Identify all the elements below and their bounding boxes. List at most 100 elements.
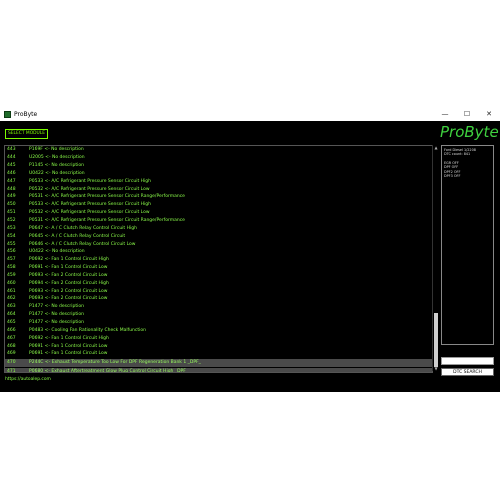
dtc-row[interactable]: 462 P0693 <- Fan 2 Control Circuit Low xyxy=(5,295,432,303)
dtc-search-button[interactable]: DTC SEARCH xyxy=(441,368,494,376)
dtc-row[interactable]: 467 P0692 <- Fan 1 Control Circuit High xyxy=(5,334,432,342)
dtc-row-number: 470 xyxy=(7,360,16,366)
dtc-row-text: P169F <- No description xyxy=(29,147,84,153)
dtc-row[interactable]: 465 P1477 <- No description xyxy=(5,319,432,327)
dtc-row-number: 460 xyxy=(7,280,16,286)
dtc-row-number: 465 xyxy=(7,319,16,325)
dtc-row-text: P0531 <- A/C Refrigerant Pressure Sensor… xyxy=(29,218,185,224)
dtc-row-text: P1145 <- No description xyxy=(29,163,84,169)
dtc-search-input[interactable] xyxy=(441,357,494,365)
dtc-row-text: P0533 <- A/C Refrigerant Pressure Sensor… xyxy=(29,202,152,208)
dtc-row[interactable]: 453 P0647 <- A / C Clutch Relay Control C… xyxy=(5,224,432,232)
dtc-row-number: 444 xyxy=(7,155,16,161)
dtc-row-text: P0531 <- A/C Refrigerant Pressure Sensor… xyxy=(29,194,185,200)
scroll-down-icon[interactable]: ▼ xyxy=(433,366,439,371)
list-scrollbar[interactable]: ▲ ▼ xyxy=(432,145,439,371)
maximize-button[interactable]: ☐ xyxy=(456,107,478,121)
dtc-row-number: 449 xyxy=(7,194,16,200)
title-bar: ProByte — ☐ ✕ xyxy=(0,107,500,121)
dtc-row-text: U0422 <- No description xyxy=(29,249,85,255)
dtc-row-number: 445 xyxy=(7,163,16,169)
dtc-row-text: P0647 <- A / C Clutch Relay Control Circ… xyxy=(29,225,137,231)
dtc-row[interactable]: 443 P169F <- No description xyxy=(5,146,432,154)
dtc-row-number: 453 xyxy=(7,225,16,231)
dtc-row-text: P1477 <- No description xyxy=(29,304,84,310)
dtc-row[interactable]: 449 P0531 <- A/C Refrigerant Pressure Sen… xyxy=(5,193,432,201)
scroll-thumb[interactable] xyxy=(434,313,438,367)
dtc-row[interactable]: 470 P244C <- Exhaust Temperature Too Low … xyxy=(5,357,432,367)
dtc-row[interactable]: 456 U0422 <- No description xyxy=(5,248,432,256)
dtc-row-text: P0691 <- Fan 1 Control Circuit Low xyxy=(29,343,108,349)
window-title: ProByte xyxy=(14,110,38,118)
select-module-button[interactable]: SELECT MODULE xyxy=(5,129,48,139)
dtc-row-number: 457 xyxy=(7,257,16,263)
dtc-row[interactable]: 466 P0483 <- Cooling Fan Rationality Chec… xyxy=(5,326,432,334)
dtc-row-text: P1477 <- No description xyxy=(29,312,84,318)
dtc-row-number: 455 xyxy=(7,241,16,247)
dtc-row-text: P0532 <- A/C Refrigerant Pressure Sensor… xyxy=(29,210,150,216)
dtc-row-text: P0693 <- Fan 2 Control Circuit Low xyxy=(29,288,108,294)
minimize-button[interactable]: — xyxy=(434,107,456,121)
dtc-row-number: 450 xyxy=(7,202,16,208)
dtc-row[interactable]: 464 P1477 <- No description xyxy=(5,311,432,319)
scroll-up-icon[interactable]: ▲ xyxy=(433,145,439,150)
dtc-row-text: P244C <- Exhaust Temperature Too Low For… xyxy=(29,360,201,366)
dtc-row[interactable]: 450 P0533 <- A/C Refrigerant Pressure Sen… xyxy=(5,201,432,209)
dtc-list[interactable]: 443 P169F <- No description 444 U2005 <- No… xyxy=(4,145,433,373)
dtc-row[interactable]: 445 P1145 <- No description xyxy=(5,162,432,170)
dtc-row-number: 448 xyxy=(7,186,16,192)
dtc-row-number: 468 xyxy=(7,343,16,349)
dtc-row[interactable]: 459 P0693 <- Fan 2 Control Circuit Low xyxy=(5,272,432,280)
dtc-row-number: 456 xyxy=(7,249,16,255)
website-link[interactable]: https://autoalep.com xyxy=(5,377,51,382)
dtc-row[interactable]: 448 P0532 <- A/C Refrigerant Pressure Sen… xyxy=(5,185,432,193)
dtc-row-text: P0691 <- Fan 1 Control Circuit Low xyxy=(29,351,108,357)
dtc-row[interactable]: 454 P0645 <- A / C Clutch Relay Control C… xyxy=(5,232,432,240)
dtc-row-text: P0693 <- Fan 2 Control Circuit Low xyxy=(29,272,108,278)
app-window: ProByte — ☐ ✕ SELECT MODULE ProByte 443 P… xyxy=(0,107,500,392)
dtc-row-text: P0694 <- Fan 2 Control Circuit High xyxy=(29,280,109,286)
dtc-row[interactable]: 460 P0694 <- Fan 2 Control Circuit High xyxy=(5,279,432,287)
dtc-row-number: 458 xyxy=(7,265,16,271)
dtc-row[interactable]: 451 P0532 <- A/C Refrigerant Pressure Sen… xyxy=(5,209,432,217)
dtc-row-text: P0680 <- Exhaust Aftertreatment Glow Plu… xyxy=(29,369,189,373)
dtc-row-number: 471 xyxy=(7,369,16,373)
dtc-row[interactable]: 447 P0533 <- A/C Refrigerant Pressure Sen… xyxy=(5,177,432,185)
dtc-row-text: U0422 <- No description xyxy=(29,170,85,176)
dtc-row-text: P0483 <- Cooling Fan Rationality Check M… xyxy=(29,327,146,333)
info-item: DPF3 OFF xyxy=(444,174,461,179)
probyte-logo: ProByte xyxy=(440,123,499,141)
dtc-row[interactable]: 457 P0692 <- Fan 1 Control Circuit High xyxy=(5,256,432,264)
dtc-row-text: P0691 <- Fan 1 Control Circuit Low xyxy=(29,265,108,271)
close-button[interactable]: ✕ xyxy=(478,107,500,121)
dtc-row-number: 451 xyxy=(7,210,16,216)
dtc-row-number: 462 xyxy=(7,296,16,302)
dtc-row-text: P0693 <- Fan 2 Control Circuit Low xyxy=(29,296,108,302)
dtc-row-number: 463 xyxy=(7,304,16,310)
dtc-row[interactable]: 452 P0531 <- A/C Refrigerant Pressure Sen… xyxy=(5,217,432,225)
dtc-row-number: 443 xyxy=(7,147,16,153)
dtc-row[interactable]: 444 U2005 <- No description xyxy=(5,154,432,162)
dtc-row[interactable]: 458 P0691 <- Fan 1 Control Circuit Low xyxy=(5,264,432,272)
dtc-row-text: P0646 <- A / C Clutch Relay Control Circ… xyxy=(29,241,136,247)
vehicle-info-panel: Ford Diesel 1/2208 DTC count: 841 EGR OF… xyxy=(441,145,494,345)
dtc-row-text: U2005 <- No description xyxy=(29,155,85,161)
dtc-row-number: 446 xyxy=(7,170,16,176)
dtc-row-text: P1477 <- No description xyxy=(29,319,84,325)
dtc-row-number: 467 xyxy=(7,335,16,341)
dtc-row-number: 461 xyxy=(7,288,16,294)
dtc-row-number: 459 xyxy=(7,272,16,278)
dtc-row[interactable]: 469 P0691 <- Fan 1 Control Circuit Low xyxy=(5,350,432,358)
dtc-row[interactable]: 463 P1477 <- No description xyxy=(5,303,432,311)
dtc-row-number: 447 xyxy=(7,178,16,184)
dtc-row-text: P0533 <- A/C Refrigerant Pressure Sensor… xyxy=(29,178,152,184)
dtc-row[interactable]: 446 U0422 <- No description xyxy=(5,170,432,178)
dtc-row[interactable]: 471 P0680 <- Exhaust Aftertreatment Glow … xyxy=(5,366,432,373)
dtc-row[interactable]: 468 P0691 <- Fan 1 Control Circuit Low xyxy=(5,342,432,350)
dtc-row-text: P0645 <- A / C Clutch Relay Control Circ… xyxy=(29,233,126,239)
dtc-row[interactable]: 461 P0693 <- Fan 2 Control Circuit Low xyxy=(5,287,432,295)
app-icon xyxy=(4,110,11,118)
dtc-row-number: 466 xyxy=(7,327,16,333)
dtc-row[interactable]: 455 P0646 <- A / C Clutch Relay Control C… xyxy=(5,240,432,248)
dtc-row-number: 454 xyxy=(7,233,16,239)
